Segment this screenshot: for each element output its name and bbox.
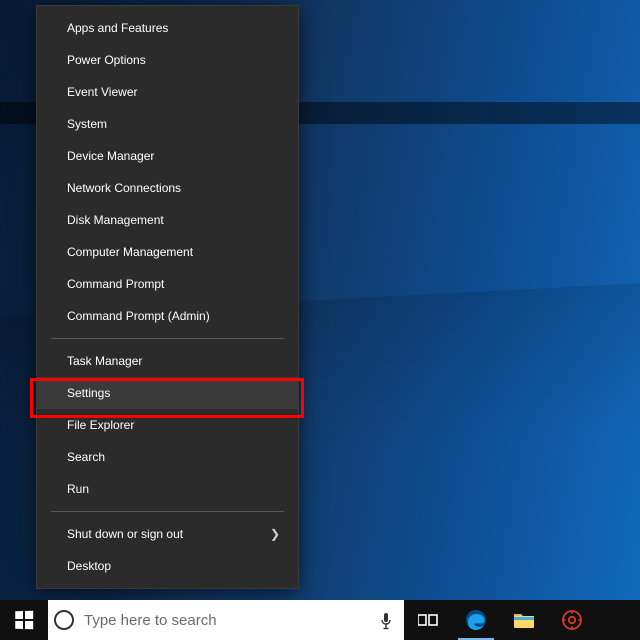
winx-context-menu: Apps and Features Power Options Event Vi… [36, 5, 299, 589]
menu-item-label: Power Options [67, 53, 146, 67]
menu-power-options[interactable]: Power Options [37, 44, 298, 76]
menu-item-label: File Explorer [67, 418, 134, 432]
taskbar-app-edge[interactable] [452, 600, 500, 640]
folder-icon [513, 611, 535, 629]
menu-command-prompt-admin[interactable]: Command Prompt (Admin) [37, 300, 298, 332]
menu-apps-and-features[interactable]: Apps and Features [37, 12, 298, 44]
gear-circle-icon [561, 609, 583, 631]
menu-task-manager[interactable]: Task Manager [37, 345, 298, 377]
menu-item-label: Task Manager [67, 354, 142, 368]
menu-item-label: Desktop [67, 559, 111, 573]
taskbar-items [404, 600, 596, 640]
chevron-right-icon: ❯ [270, 527, 280, 541]
menu-item-label: System [67, 117, 107, 131]
menu-device-manager[interactable]: Device Manager [37, 140, 298, 172]
desktop: Apps and Features Power Options Event Vi… [0, 0, 640, 640]
menu-desktop[interactable]: Desktop [37, 550, 298, 582]
taskbar: Type here to search [0, 600, 640, 640]
cortana-circle-icon [54, 610, 74, 630]
menu-computer-management[interactable]: Computer Management [37, 236, 298, 268]
menu-command-prompt[interactable]: Command Prompt [37, 268, 298, 300]
start-button[interactable] [0, 600, 48, 640]
windows-logo-icon [15, 611, 32, 629]
edge-icon [465, 609, 487, 631]
taskbar-app-generic[interactable] [548, 600, 596, 640]
menu-run[interactable]: Run [37, 473, 298, 505]
menu-event-viewer[interactable]: Event Viewer [37, 76, 298, 108]
menu-shut-down-or-sign-out[interactable]: Shut down or sign out ❯ [37, 518, 298, 550]
menu-item-label: Event Viewer [67, 85, 137, 99]
menu-item-label: Command Prompt (Admin) [67, 309, 210, 323]
menu-item-label: Search [67, 450, 105, 464]
menu-disk-management[interactable]: Disk Management [37, 204, 298, 236]
menu-separator [51, 338, 284, 339]
menu-item-label: Disk Management [67, 213, 164, 227]
menu-item-label: Apps and Features [67, 21, 168, 35]
menu-item-label: Network Connections [67, 181, 181, 195]
menu-separator [51, 511, 284, 512]
menu-item-label: Shut down or sign out [67, 527, 183, 541]
menu-system[interactable]: System [37, 108, 298, 140]
menu-settings[interactable]: Settings [37, 377, 298, 409]
taskbar-search-box[interactable]: Type here to search [48, 600, 404, 640]
task-view-icon [418, 612, 438, 628]
menu-item-label: Device Manager [67, 149, 154, 163]
menu-item-label: Command Prompt [67, 277, 164, 291]
menu-item-label: Settings [67, 386, 110, 400]
search-placeholder: Type here to search [84, 612, 217, 629]
taskbar-app-file-explorer[interactable] [500, 600, 548, 640]
menu-network-connections[interactable]: Network Connections [37, 172, 298, 204]
menu-file-explorer[interactable]: File Explorer [37, 409, 298, 441]
menu-item-label: Run [67, 482, 89, 496]
menu-search[interactable]: Search [37, 441, 298, 473]
task-view-button[interactable] [404, 600, 452, 640]
microphone-icon[interactable] [378, 610, 394, 630]
menu-item-label: Computer Management [67, 245, 193, 259]
